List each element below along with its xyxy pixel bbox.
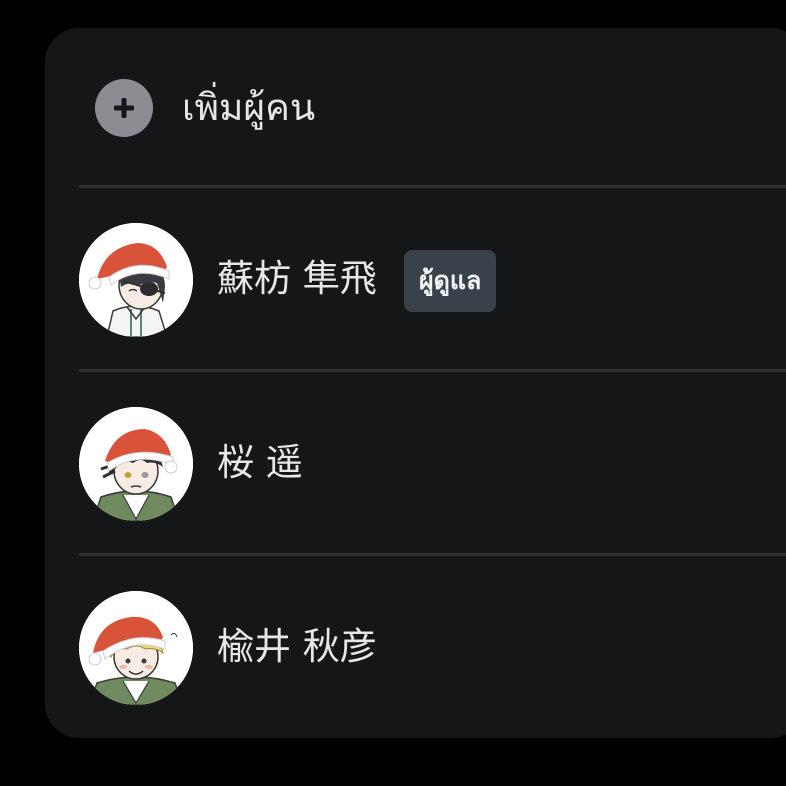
add-people-button[interactable]: เพิ่มผู้คน (45, 28, 786, 186)
member-row-2[interactable]: 桜 遥 (45, 372, 786, 552)
member-name: 楡井 秋彦 (217, 625, 377, 668)
admin-badge: ผู้ดูแล (404, 250, 497, 312)
avatar (79, 591, 193, 705)
add-people-label: เพิ่มผู้คน (182, 86, 316, 129)
member-row-1[interactable]: 蘇枋 隼飛 ผู้ดูแล (45, 188, 786, 368)
avatar (79, 223, 193, 337)
member-name: 蘇枋 隼飛 (217, 257, 377, 300)
members-panel: เพิ่มผู้คน 蘇枋 隼飛 ผู้ดูแล 桜 遥 楡井 秋彦 (45, 28, 786, 738)
member-name: 桜 遥 (217, 441, 303, 484)
member-row-3[interactable]: 楡井 秋彦 (45, 556, 786, 736)
plus-icon (95, 79, 153, 137)
avatar (79, 407, 193, 521)
